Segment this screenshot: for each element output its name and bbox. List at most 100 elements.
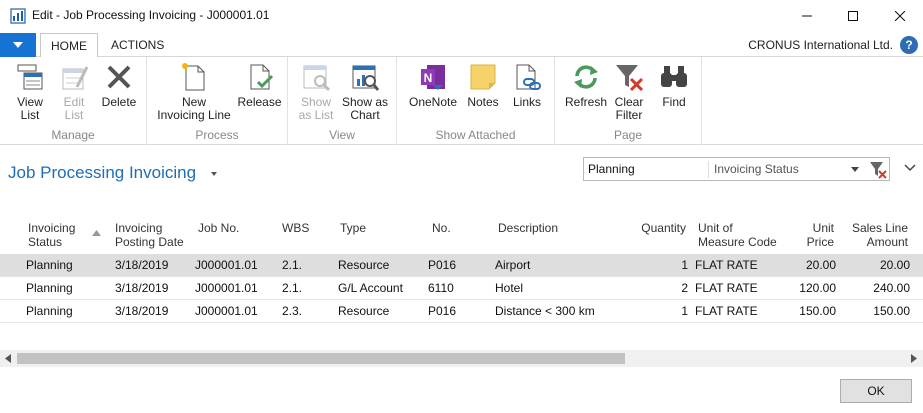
tab-actions[interactable]: ACTIONS — [101, 33, 174, 57]
cell-no: P016 — [428, 258, 457, 272]
new-invoicing-line-button[interactable]: New Invoicing Line — [155, 61, 233, 122]
cell-unit-price: 150.00 — [799, 304, 836, 318]
chevron-down-icon[interactable] — [851, 167, 859, 172]
edit-list-button[interactable]: Edit List — [55, 61, 93, 122]
clear-filter-button[interactable]: Clear Filter — [611, 61, 647, 122]
table-row[interactable]: Planning 3/18/2019 J000001.01 2.1. Resou… — [0, 254, 923, 277]
column-header-sales-line-amount[interactable]: Sales Line Amount — [846, 221, 908, 249]
column-header-quantity[interactable]: Quantity — [620, 221, 686, 235]
cell-quantity: 1 — [681, 304, 688, 318]
horizontal-scrollbar[interactable] — [0, 350, 923, 367]
page-title[interactable]: Job Processing Invoicing — [8, 163, 196, 183]
tab-home[interactable]: HOME — [40, 33, 98, 58]
edit-list-label-2: List — [64, 108, 84, 122]
ribbon-group-label-page: Page — [613, 128, 643, 142]
window-title: Edit - Job Processing Invoicing - J00000… — [32, 8, 270, 22]
cell-status: Planning — [26, 281, 73, 295]
company-name: CRONUS International Ltd. — [748, 38, 893, 52]
table-row[interactable]: Planning 3/18/2019 J000001.01 2.3. Resou… — [0, 300, 923, 323]
column-header-line1: Job No. — [198, 221, 240, 235]
minimize-button[interactable] — [784, 0, 830, 31]
cell-uom: FLAT RATE — [695, 281, 758, 295]
cell-job-no: J000001.01 — [195, 281, 258, 295]
cell-unit-price: 20.00 — [805, 258, 836, 272]
ribbon-group-page: Refresh Clear Filter Find Page — [555, 57, 702, 145]
filter-value-input[interactable]: Planning — [588, 162, 635, 176]
app-icon — [10, 8, 26, 24]
delete-button[interactable]: Delete — [98, 61, 140, 109]
ribbon-group-label-process: Process — [195, 128, 239, 142]
scroll-right-icon[interactable] — [910, 354, 918, 363]
cell-amount: 20.00 — [879, 258, 910, 272]
column-header-line1: WBS — [282, 221, 310, 235]
filter-field-select[interactable]: Invoicing Status — [714, 162, 799, 176]
clear-filter-icon[interactable] — [868, 160, 887, 179]
column-header-line2: Posting Date — [115, 235, 184, 249]
ribbon: View List Edit List Delete Manage New In… — [0, 57, 923, 145]
column-header-line1: Invoicing — [28, 221, 76, 235]
column-header-line1: Quantity — [641, 221, 686, 235]
onenote-icon: N — [421, 65, 445, 90]
links-label: Links — [512, 95, 541, 109]
column-header-posting-date[interactable]: Invoicing Posting Date — [115, 221, 184, 249]
table-row[interactable]: Planning 3/18/2019 J000001.01 2.1. G/L A… — [0, 277, 923, 300]
column-header-no[interactable]: No. — [432, 221, 451, 235]
column-header-line1: Description — [498, 221, 559, 235]
find-button[interactable]: Find — [655, 61, 693, 109]
clear-filter-label-2: Filter — [615, 108, 643, 122]
column-header-line2: Measure Code — [698, 235, 777, 249]
cell-uom: FLAT RATE — [695, 304, 758, 318]
cell-quantity: 2 — [681, 281, 688, 295]
cell-no: P016 — [428, 304, 457, 318]
cell-date: 3/18/2019 — [115, 281, 169, 295]
links-button[interactable]: Links — [507, 61, 547, 109]
cell-wbs: 2.3. — [282, 304, 303, 318]
cell-status: Planning — [26, 304, 73, 318]
notes-button[interactable]: Notes — [463, 61, 503, 109]
view-list-button[interactable]: View List — [10, 61, 50, 122]
refresh-button[interactable]: Refresh — [563, 61, 609, 109]
release-label: Release — [237, 95, 282, 109]
scrollbar-thumb[interactable] — [17, 353, 625, 364]
column-header-line2: Amount — [866, 235, 908, 249]
close-icon — [895, 10, 905, 21]
refresh-icon — [574, 65, 598, 89]
scroll-left-icon[interactable] — [4, 354, 12, 363]
column-header-description[interactable]: Description — [498, 221, 558, 235]
application-menu-button[interactable] — [0, 33, 36, 57]
cell-no: 6110 — [428, 281, 454, 295]
release-icon — [250, 64, 273, 90]
column-header-uom[interactable]: Unit of Measure Code — [698, 221, 777, 249]
column-header-unit-price[interactable]: Unit Price — [784, 221, 834, 249]
column-header-wbs[interactable]: WBS — [282, 221, 309, 235]
show-list-icon — [303, 65, 331, 92]
quick-filter[interactable]: Planning Invoicing Status — [583, 157, 890, 181]
column-header-line2: Price — [806, 235, 834, 249]
column-header-line1: Unit — [812, 221, 834, 235]
release-button[interactable]: Release — [237, 61, 282, 109]
ribbon-group-manage: View List Edit List Delete Manage — [0, 57, 147, 145]
column-header-type[interactable]: Type — [340, 221, 366, 235]
column-header-job-no[interactable]: Job No. — [198, 221, 239, 235]
cell-type: G/L Account — [338, 281, 403, 295]
cell-type: Resource — [338, 258, 390, 272]
column-header-invoicing-status[interactable]: Invoicing Status — [28, 221, 75, 249]
caret-down-icon — [13, 42, 23, 48]
cell-date: 3/18/2019 — [115, 258, 169, 272]
show-as-list-button[interactable]: Show as List — [296, 61, 336, 122]
maximize-button[interactable] — [830, 0, 876, 31]
title-bar: Edit - Job Processing Invoicing - J00000… — [0, 0, 923, 31]
cell-date: 3/18/2019 — [115, 304, 169, 318]
onenote-label: OneNote — [408, 95, 458, 109]
cell-wbs: 2.1. — [282, 258, 303, 272]
help-icon[interactable]: ? — [900, 36, 918, 54]
close-button[interactable] — [877, 0, 923, 31]
onenote-button[interactable]: N OneNote — [407, 61, 459, 109]
cell-amount: 240.00 — [873, 281, 910, 295]
ok-button[interactable]: OK — [840, 379, 912, 403]
cell-job-no: J000001.01 — [195, 304, 258, 318]
chevron-down-icon[interactable] — [904, 164, 916, 172]
ribbon-group-view: Show as List Show as Chart View — [288, 57, 397, 145]
page-title-caret-icon[interactable] — [210, 170, 218, 178]
show-as-chart-button[interactable]: Show as Chart — [340, 61, 390, 122]
